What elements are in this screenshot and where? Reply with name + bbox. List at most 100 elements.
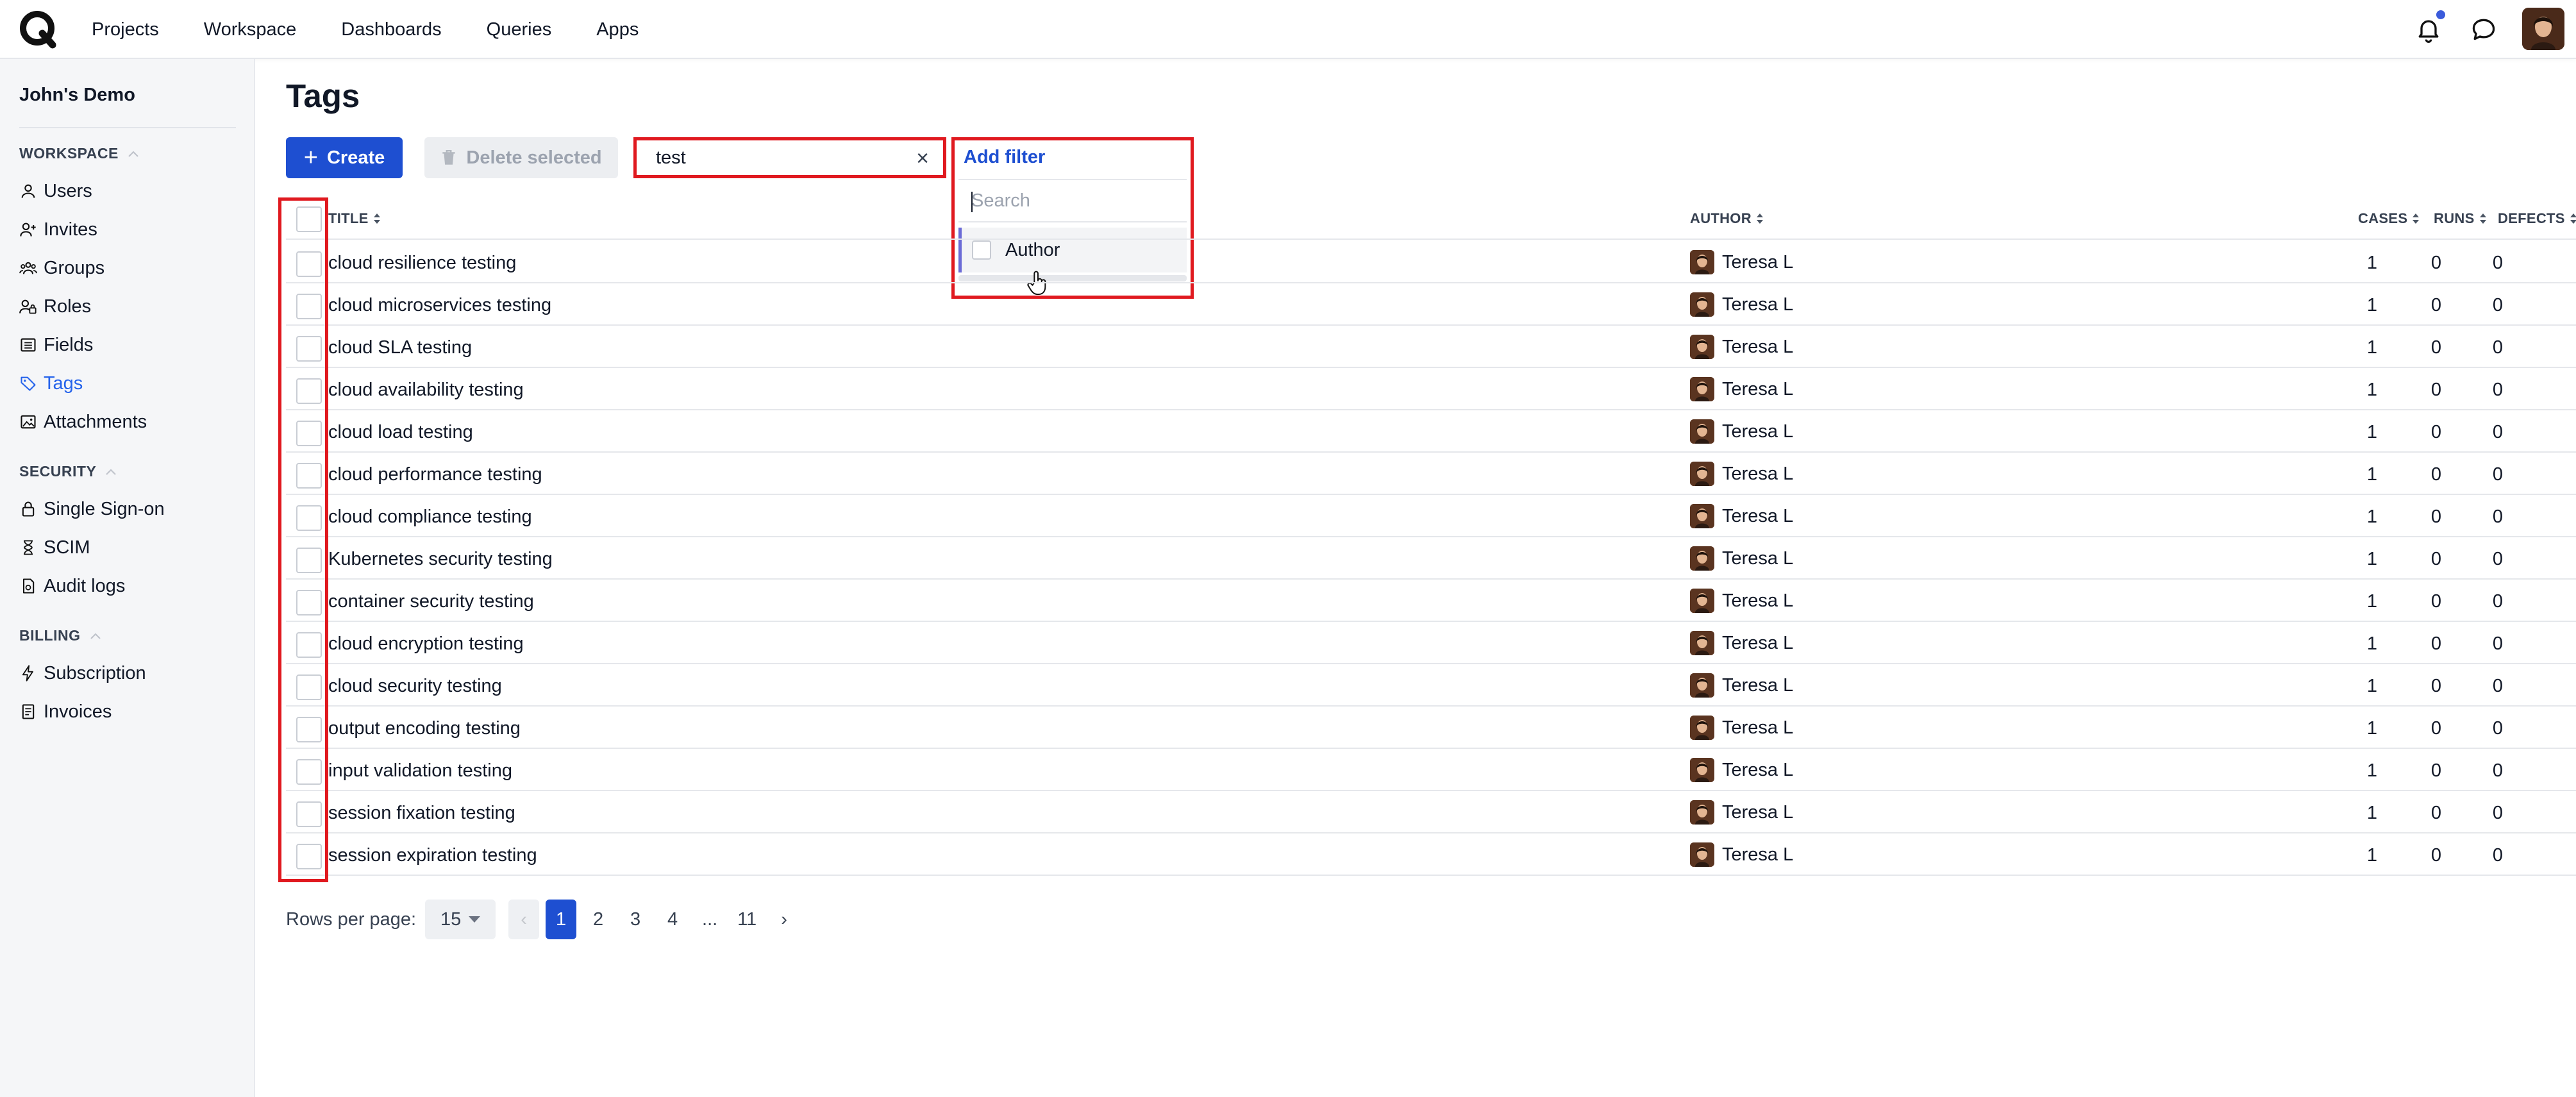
table-row[interactable]: container security testing Teresa L 1 0 0	[286, 580, 2576, 622]
row-checkbox[interactable]	[296, 548, 322, 573]
table-row[interactable]: cloud performance testing Teresa L 1 0 0	[286, 453, 2576, 495]
runs-count: 0	[2430, 803, 2441, 823]
runs-count: 0	[2430, 253, 2441, 273]
row-checkbox[interactable]	[296, 759, 322, 785]
tag-title[interactable]: Kubernetes security testing	[328, 549, 553, 570]
tag-title[interactable]: cloud resilience testing	[328, 253, 516, 274]
row-checkbox[interactable]	[296, 632, 322, 658]
row-checkbox[interactable]	[296, 844, 322, 869]
sidebar-item-single-sign-on[interactable]: Single Sign-on	[19, 495, 165, 523]
column-header-cases[interactable]: CASES	[2358, 210, 2420, 227]
sidebar-item-invites[interactable]: Invites	[19, 215, 97, 244]
rows-per-page-select[interactable]: 15	[425, 900, 496, 939]
defects-count: 0	[2492, 591, 2503, 612]
organization-name[interactable]: John's Demo	[19, 85, 135, 106]
sidebar-item-audit-logs[interactable]: Audit logs	[19, 572, 125, 600]
page-button-11[interactable]: 11	[732, 900, 762, 939]
table-row[interactable]: Kubernetes security testing Teresa L 1 0 0	[286, 537, 2576, 580]
main-nav: Projects Workspace Dashboards Queries Apps	[92, 0, 683, 59]
sidebar-item-tags[interactable]: Tags	[19, 369, 83, 398]
table-row[interactable]: output encoding testing Teresa L 1 0 0	[286, 707, 2576, 749]
author-avatar	[1690, 292, 1714, 317]
section-header-billing[interactable]: BILLING	[19, 627, 101, 644]
tag-title[interactable]: session fixation testing	[328, 803, 515, 824]
table-row[interactable]: session expiration testing Teresa L 1 0 0	[286, 833, 2576, 876]
table-row[interactable]: cloud availability testing Teresa L 1 0 0	[286, 368, 2576, 410]
plus-icon: +	[303, 144, 318, 171]
column-header-runs[interactable]: RUNS	[2434, 210, 2488, 227]
author-avatar	[1690, 419, 1714, 444]
row-checkbox[interactable]	[296, 717, 322, 742]
tag-title[interactable]: container security testing	[328, 591, 534, 612]
table-row[interactable]: cloud microservices testing Teresa L 1 0 0	[286, 283, 2576, 326]
table-row[interactable]: input validation testing Teresa L 1 0 0	[286, 749, 2576, 791]
row-checkbox[interactable]	[296, 590, 322, 615]
add-filter-button[interactable]: Add filter	[964, 147, 1045, 168]
page-button-1[interactable]: 1	[546, 900, 577, 939]
table-row[interactable]: cloud SLA testing Teresa L 1 0 0	[286, 326, 2576, 368]
table-row[interactable]: cloud resilience testing Teresa L 1 0 0	[286, 241, 2576, 283]
tag-title[interactable]: cloud SLA testing	[328, 337, 472, 358]
nav-item-dashboards[interactable]: Dashboards	[341, 19, 441, 40]
search-input[interactable]: test ×	[633, 137, 946, 178]
defects-count: 0	[2492, 803, 2503, 823]
tag-title[interactable]: cloud load testing	[328, 422, 473, 443]
table-row[interactable]: cloud encryption testing Teresa L 1 0 0	[286, 622, 2576, 664]
row-checkbox[interactable]	[296, 801, 322, 827]
author-name: Teresa L	[1722, 801, 1794, 823]
page-button-4[interactable]: 4	[657, 900, 688, 939]
prev-page-button[interactable]: ‹	[508, 900, 540, 939]
tag-title[interactable]: cloud microservices testing	[328, 295, 551, 316]
tag-title[interactable]: output encoding testing	[328, 718, 521, 739]
section-header-workspace[interactable]: WORKSPACE	[19, 145, 139, 162]
tag-title[interactable]: session expiration testing	[328, 845, 537, 866]
nav-item-workspace[interactable]: Workspace	[204, 19, 297, 40]
table-row[interactable]: session fixation testing Teresa L 1 0 0	[286, 791, 2576, 833]
page-button-2[interactable]: 2	[583, 900, 614, 939]
chat-bubble-icon[interactable]	[2470, 15, 2498, 44]
sidebar-item-users[interactable]: Users	[19, 177, 92, 205]
sidebar-item-groups[interactable]: Groups	[19, 254, 105, 282]
delete-selected-button[interactable]: Delete selected	[424, 137, 618, 178]
sidebar-item-attachments[interactable]: Attachments	[19, 408, 147, 436]
column-header-title[interactable]: TITLE	[328, 210, 381, 227]
page-button-3[interactable]: 3	[620, 900, 651, 939]
sidebar-item-subscription[interactable]: Subscription	[19, 659, 146, 687]
sidebar-item-fields[interactable]: Fields	[19, 331, 93, 359]
nav-item-queries[interactable]: Queries	[487, 19, 552, 40]
user-avatar[interactable]	[2522, 8, 2564, 50]
row-checkbox[interactable]	[296, 421, 322, 446]
row-checkbox[interactable]	[296, 336, 322, 362]
nav-item-projects[interactable]: Projects	[92, 19, 159, 40]
create-button[interactable]: + Create	[286, 137, 403, 178]
app-logo-icon[interactable]	[18, 9, 59, 50]
row-checkbox[interactable]	[296, 251, 322, 277]
cases-count: 1	[2366, 464, 2377, 485]
column-header-author[interactable]: AUTHOR	[1690, 210, 1764, 227]
section-header-security[interactable]: SECURITY	[19, 463, 117, 480]
tag-title[interactable]: cloud compliance testing	[328, 507, 532, 528]
sidebar-item-scim[interactable]: SCIM	[19, 533, 90, 562]
cases-count: 1	[2366, 718, 2377, 739]
tag-title[interactable]: cloud security testing	[328, 676, 502, 697]
sidebar-item-roles[interactable]: Roles	[19, 292, 91, 321]
table-row[interactable]: cloud load testing Teresa L 1 0 0	[286, 410, 2576, 453]
tag-title[interactable]: cloud encryption testing	[328, 633, 524, 655]
row-checkbox[interactable]	[296, 463, 322, 489]
row-checkbox[interactable]	[296, 294, 322, 319]
row-checkbox[interactable]	[296, 378, 322, 404]
table-row[interactable]: cloud security testing Teresa L 1 0 0	[286, 664, 2576, 707]
row-checkbox[interactable]	[296, 505, 322, 531]
select-all-checkbox[interactable]	[296, 206, 322, 232]
clear-search-icon[interactable]: ×	[911, 147, 934, 170]
tag-title[interactable]: input validation testing	[328, 760, 512, 782]
notifications-bell-icon[interactable]	[2414, 15, 2443, 44]
column-header-defects[interactable]: DEFECTS	[2498, 210, 2576, 227]
sidebar-item-invoices[interactable]: Invoices	[19, 698, 112, 726]
table-row[interactable]: cloud compliance testing Teresa L 1 0 0	[286, 495, 2576, 537]
tag-title[interactable]: cloud availability testing	[328, 380, 524, 401]
nav-item-apps[interactable]: Apps	[596, 19, 639, 40]
next-page-button[interactable]: ›	[769, 900, 799, 939]
row-checkbox[interactable]	[296, 674, 322, 700]
tag-title[interactable]: cloud performance testing	[328, 464, 542, 485]
